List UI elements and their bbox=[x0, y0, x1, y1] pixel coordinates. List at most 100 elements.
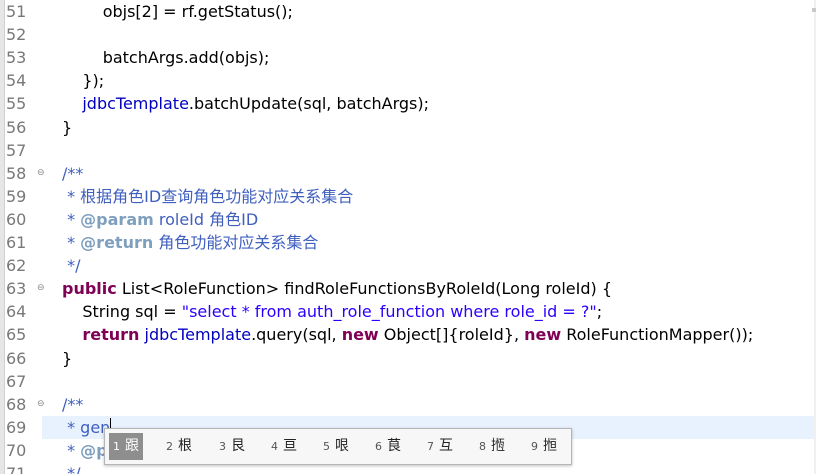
code-token: new bbox=[524, 325, 562, 345]
ime-candidate-text: 揯 bbox=[491, 438, 505, 454]
ime-candidate-text: 搄 bbox=[543, 438, 557, 454]
ime-candidate[interactable]: 7互 bbox=[423, 433, 457, 460]
code-line[interactable]: /** bbox=[62, 162, 83, 185]
ime-candidate-window[interactable]: 1跟 2根 3艮 4亘 5哏 6茛 7互 8揯 9搄 bbox=[104, 428, 572, 465]
code-area[interactable]: objs[2] = rf.getStatus(); batchArgs.add(… bbox=[42, 0, 816, 474]
code-token: RoleFunctionMapper()); bbox=[561, 325, 754, 345]
code-line[interactable]: * @p bbox=[62, 439, 108, 462]
line-number: 54 bbox=[6, 69, 42, 92]
ime-candidate-text: 亘 bbox=[283, 438, 297, 454]
code-line[interactable]: /** bbox=[62, 393, 83, 416]
ime-candidate-number: 6 bbox=[375, 440, 382, 453]
line-number-text: 54 bbox=[6, 71, 27, 91]
code-line[interactable]: jdbcTemplate.batchUpdate(sql, batchArgs)… bbox=[62, 92, 429, 115]
line-number: 65 bbox=[6, 323, 42, 346]
ime-candidate-number: 2 bbox=[166, 440, 173, 453]
code-token: jdbcTemplate bbox=[82, 94, 189, 114]
line-number-text: 61 bbox=[6, 233, 27, 252]
line-number: 57 bbox=[6, 139, 42, 162]
ime-candidate-text: 茛 bbox=[387, 438, 401, 454]
code-token: new bbox=[341, 325, 379, 345]
code-line[interactable]: * 根据角色ID查询角色功能对应关系集合 bbox=[62, 185, 353, 208]
code-line[interactable]: return jdbcTemplate.query(sql, new Objec… bbox=[62, 323, 753, 346]
code-token: /** bbox=[62, 394, 84, 414]
line-number-text: 59 bbox=[6, 186, 27, 206]
line-number-text: 68 bbox=[6, 394, 27, 414]
ime-candidate[interactable]: 4亘 bbox=[267, 433, 301, 460]
code-token: ; bbox=[596, 302, 603, 322]
ime-candidate[interactable]: 1跟 bbox=[109, 433, 143, 460]
line-number-text: 56 bbox=[6, 117, 27, 137]
ime-candidate-number: 8 bbox=[479, 440, 486, 453]
code-line[interactable]: */ bbox=[62, 462, 80, 474]
code-editor[interactable]: 51 52 53 54 55 56 57 58 ⊖ 59 60 61 62 63 ⊖ 64 65 66 67 68 ⊖ 6… bbox=[0, 0, 816, 474]
ime-candidate-text: 互 bbox=[439, 438, 453, 454]
code-token: Object[]{roleId}, bbox=[378, 325, 525, 345]
line-number: 59 bbox=[6, 185, 42, 208]
code-token: } bbox=[62, 348, 73, 368]
code-token: * 根据角色ID查询角色功能对应关系集合 bbox=[62, 186, 354, 206]
ime-candidate[interactable]: 5哏 bbox=[319, 433, 353, 460]
line-number: 58 ⊖ bbox=[6, 162, 45, 185]
code-token: String sql = bbox=[62, 302, 182, 322]
code-token: * bbox=[62, 440, 81, 460]
line-number-text: 67 bbox=[6, 371, 27, 391]
ime-candidate[interactable]: 8揯 bbox=[475, 433, 509, 460]
code-token: jdbcTemplate bbox=[144, 325, 252, 345]
line-number-text: 55 bbox=[6, 94, 27, 114]
code-token: objs[2] = rf.getStatus(); bbox=[62, 2, 293, 21]
code-token: batchArgs.add(objs); bbox=[62, 48, 270, 68]
code-token: "select * from auth_role_function where … bbox=[181, 302, 597, 322]
code-line[interactable]: }); bbox=[62, 69, 104, 92]
ime-candidate-text: 艮 bbox=[231, 438, 245, 454]
code-token: roleId 角色ID bbox=[153, 209, 259, 229]
line-number: 71 bbox=[6, 462, 42, 474]
ime-candidate[interactable]: 3艮 bbox=[215, 433, 249, 460]
code-token: * bbox=[62, 233, 81, 252]
code-line[interactable]: public List<RoleFunction> findRoleFuncti… bbox=[62, 277, 612, 300]
code-token: * bbox=[62, 209, 81, 229]
code-line[interactable]: * @return 角色功能对应关系集合 bbox=[62, 231, 318, 254]
line-number-text: 62 bbox=[6, 256, 27, 276]
line-number: 69 bbox=[6, 416, 42, 439]
line-number: 51 bbox=[6, 0, 42, 23]
line-number-text: 69 bbox=[6, 417, 27, 437]
editor-ruler bbox=[0, 0, 5, 474]
line-number-text: 64 bbox=[6, 302, 27, 322]
line-number: 52 bbox=[6, 23, 42, 46]
line-number: 66 bbox=[6, 347, 42, 370]
line-number-text: 63 bbox=[6, 279, 27, 299]
line-number-text: 57 bbox=[6, 140, 27, 160]
line-number: 67 bbox=[6, 370, 42, 393]
line-number: 56 bbox=[6, 116, 42, 139]
ime-candidate[interactable]: 9搄 bbox=[527, 433, 561, 460]
line-number: 62 bbox=[6, 254, 42, 277]
ime-candidate-text: 根 bbox=[178, 438, 192, 454]
code-token: */ bbox=[62, 256, 81, 276]
line-number-text: 52 bbox=[6, 25, 27, 45]
ime-candidate[interactable]: 2根 bbox=[162, 433, 196, 460]
ime-candidate-number: 3 bbox=[219, 440, 226, 453]
code-line[interactable]: * @param roleId 角色ID bbox=[62, 208, 258, 231]
line-number: 70 bbox=[6, 439, 42, 462]
line-number: 53 bbox=[6, 46, 42, 69]
line-number: 61 bbox=[6, 231, 42, 254]
code-token: }); bbox=[62, 71, 105, 91]
ime-candidate[interactable]: 6茛 bbox=[371, 433, 405, 460]
code-token: 角色功能对应关系集合 bbox=[153, 233, 319, 252]
code-line[interactable]: */ bbox=[62, 254, 80, 277]
line-number: 68 ⊖ bbox=[6, 393, 45, 416]
ime-candidate-number: 5 bbox=[323, 440, 330, 453]
code-line[interactable]: batchArgs.add(objs); bbox=[62, 46, 270, 69]
code-line[interactable]: objs[2] = rf.getStatus(); bbox=[62, 0, 293, 23]
overview-marker[interactable] bbox=[812, 8, 816, 12]
code-token: } bbox=[62, 117, 73, 137]
ime-candidate-number: 7 bbox=[427, 440, 434, 453]
code-line[interactable]: } bbox=[62, 116, 72, 139]
code-token: /** bbox=[62, 163, 84, 183]
line-number-text: 60 bbox=[6, 209, 27, 229]
code-line[interactable]: String sql = "select * from auth_role_fu… bbox=[62, 300, 602, 323]
code-line[interactable]: } bbox=[62, 347, 72, 370]
ime-candidate-number: 4 bbox=[271, 440, 278, 453]
